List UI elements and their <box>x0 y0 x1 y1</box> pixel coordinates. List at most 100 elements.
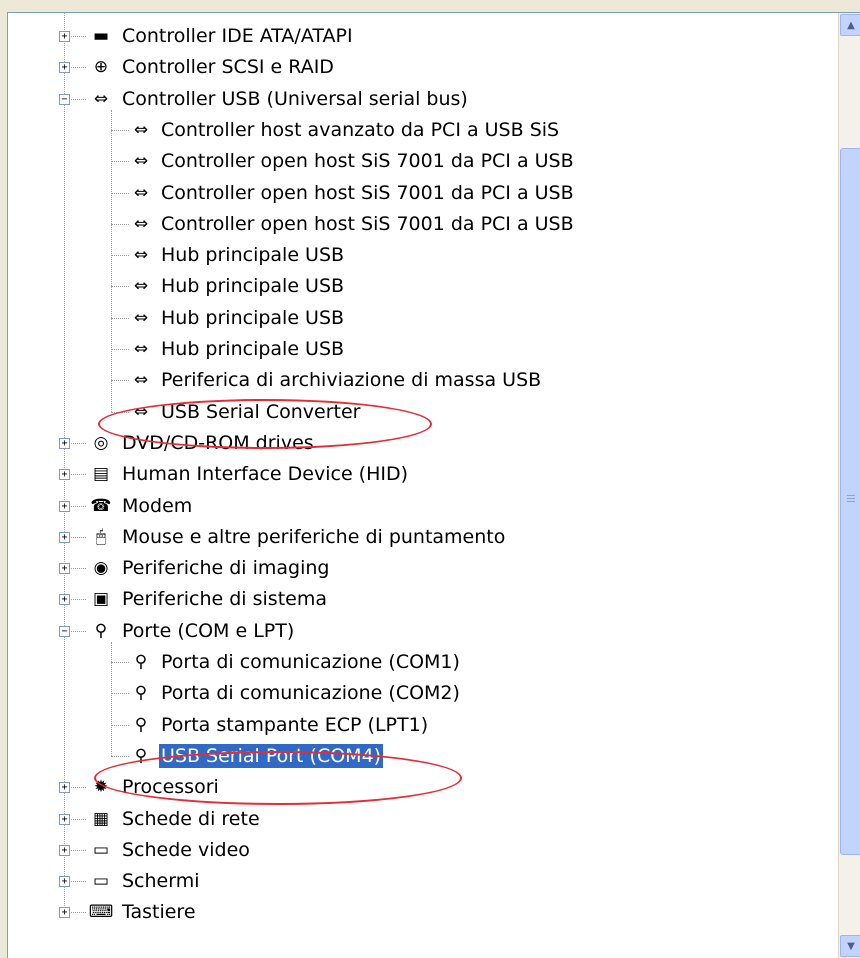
ide-controller-icon: ▬ <box>92 26 110 46</box>
tree-category-item[interactable]: + ▣ Periferiche di sistema <box>8 584 828 614</box>
tree-category-item[interactable]: + ▭ Schede video <box>8 835 828 865</box>
tree-item-label: Controller open host SiS 7001 da PCI a U… <box>161 150 574 173</box>
tree-device-item[interactable]: ⇔ Controller open host SiS 7001 da PCI a … <box>8 146 828 176</box>
usb-icon: ⇔ <box>133 151 149 172</box>
tree-item-label: Controller USB (Universal serial bus) <box>122 87 468 110</box>
tree-item-label: Modem <box>122 494 193 517</box>
tree-category-item[interactable]: + 🖱 Mouse e altre periferiche di puntament… <box>8 522 828 552</box>
tree-category-item[interactable]: + ▬ Controller IDE ATA/ATAPI <box>8 21 828 51</box>
tree-item-label: Mouse e altre periferiche di puntamento <box>122 525 506 548</box>
expand-toggle-icon[interactable]: + <box>59 62 70 74</box>
port-connector-icon: ⚲ <box>134 652 148 672</box>
tree-connector-line <box>111 223 129 225</box>
expand-toggle-icon[interactable]: + <box>59 907 70 919</box>
cd-drive-icon: ◎ <box>93 432 109 453</box>
port-connector-icon: ⚲ <box>94 620 108 641</box>
expand-toggle-icon[interactable]: + <box>59 782 70 794</box>
tree-connector-line <box>111 349 129 350</box>
expand-toggle-icon[interactable]: + <box>59 437 70 449</box>
usb-icon: ⇔ <box>133 339 149 359</box>
device-tree-panel: + ▬ Controller IDE ATA/ATAPI + ⊕ Controller S… <box>7 12 860 958</box>
tree-device-item[interactable]: ⇔ Periferica di archiviazione di massa US… <box>8 365 828 395</box>
tree-category-item[interactable]: + ▦ Schede di rete <box>8 804 828 834</box>
tree-category-item[interactable]: + ⌨ Tastiere <box>8 897 828 927</box>
expand-toggle-icon[interactable]: + <box>59 531 70 543</box>
tree-device-item[interactable]: ⇔ Controller open host SiS 7001 da PCI a … <box>8 209 828 239</box>
tree-device-item[interactable]: ⇔ Controller host avanzato da PCI a USB S… <box>8 115 828 145</box>
scroll-down-icon: ▼ <box>847 940 855 952</box>
scroll-up-icon: ▲ <box>847 19 855 31</box>
camera-icon: ◉ <box>93 558 109 579</box>
expand-toggle-icon[interactable]: + <box>59 500 70 512</box>
tree-connector-line <box>111 129 129 131</box>
expand-toggle-icon[interactable]: + <box>59 594 70 606</box>
tree-item-label: Hub principale USB <box>161 244 345 267</box>
modem-icon: ☎ <box>90 495 112 516</box>
tree-item-label: Controller open host SiS 7001 da PCI a U… <box>161 212 574 235</box>
usb-icon: ⇔ <box>93 88 109 109</box>
usb-icon: ⇔ <box>133 182 149 203</box>
tree-item-label: Schermi <box>122 870 200 893</box>
expand-toggle-icon[interactable]: + <box>59 31 70 42</box>
tree-connector-line <box>111 192 129 194</box>
expand-toggle-icon[interactable]: + <box>59 844 70 856</box>
tree-connector-line <box>111 662 129 663</box>
collapse-toggle-icon[interactable]: − <box>59 93 70 105</box>
tree-device-item[interactable]: ⇔ Hub principale USB <box>8 303 828 333</box>
expand-toggle-icon[interactable]: + <box>59 563 70 575</box>
network-card-icon: ▦ <box>92 808 110 829</box>
tree-item-label: Periferiche di imaging <box>122 557 330 580</box>
tree-item-label: Tastiere <box>122 901 196 924</box>
tree-category-item[interactable]: + ◉ Periferiche di imaging <box>8 553 828 583</box>
tree-device-item[interactable]: ⚲ Porta di comunicazione (COM2) <box>8 678 828 708</box>
vertical-scrollbar[interactable]: ▲ ▼ <box>838 13 860 958</box>
tree-category-item[interactable]: − ⚲ Porte (COM e LPT) <box>8 616 828 646</box>
tree-device-item[interactable]: ⚲ Porta stampante ECP (LPT1) <box>8 710 828 740</box>
tree-item-label: Porte (COM e LPT) <box>122 619 295 642</box>
thumb-grip-line <box>847 498 855 499</box>
tree-connector-line <box>111 317 129 319</box>
tree-category-item[interactable]: + ⊕ Controller SCSI e RAID <box>8 52 828 82</box>
tree-item-label: Controller SCSI e RAID <box>122 56 334 79</box>
expand-toggle-icon[interactable]: + <box>59 813 70 825</box>
tree-device-item[interactable]: ⇔ Hub principale USB <box>8 334 828 364</box>
usb-icon: ⇔ <box>133 119 149 140</box>
tree-category-item[interactable]: + ▤ Human Interface Device (HID) <box>8 459 828 489</box>
highlight-ellipse-usb-serial-converter <box>98 399 432 449</box>
tree-item-label: Hub principale USB <box>161 338 345 360</box>
tree-item-label: Porta stampante ECP (LPT1) <box>161 713 429 736</box>
tree-device-item[interactable]: ⚲ Porta di comunicazione (COM1) <box>8 647 828 677</box>
tree-category-item[interactable]: − ⇔ Controller USB (Universal serial bus) <box>8 84 828 114</box>
tree-item-label: Schede video <box>122 838 250 861</box>
tree-item-label: Controller host avanzato da PCI a USB Si… <box>161 118 560 141</box>
device-tree[interactable]: + ▬ Controller IDE ATA/ATAPI + ⊕ Controller S… <box>8 13 838 958</box>
thumb-grip-line <box>847 501 855 502</box>
scroll-down-button[interactable]: ▼ <box>840 935 860 957</box>
tree-connector-line <box>111 380 129 382</box>
tree-connector-line <box>111 755 129 757</box>
tree-item-label: Controller IDE ATA/ATAPI <box>122 25 353 47</box>
tree-item-label: Periferica di archiviazione di massa USB <box>161 369 542 392</box>
expand-toggle-icon[interactable]: + <box>59 876 70 888</box>
tree-item-label: Hub principale USB <box>161 275 345 298</box>
tree-connector-line <box>111 286 129 288</box>
tree-category-item[interactable]: + ☎ Modem <box>8 491 828 521</box>
tree-connector-line <box>111 161 129 163</box>
tree-item-label: Porta di comunicazione (COM2) <box>161 682 460 705</box>
scrollbar-thumb[interactable] <box>840 148 860 855</box>
port-connector-icon: ⚲ <box>134 714 148 735</box>
expand-toggle-icon[interactable]: + <box>59 469 70 481</box>
usb-icon: ⇔ <box>133 276 149 297</box>
scroll-up-button[interactable]: ▲ <box>840 14 860 36</box>
collapse-toggle-icon[interactable]: − <box>59 625 70 637</box>
tree-category-item[interactable]: + ▭ Schermi <box>8 866 828 896</box>
tree-item-label: Schede di rete <box>122 807 260 830</box>
usb-icon: ⇔ <box>133 245 149 266</box>
tree-device-item[interactable]: ⇔ Hub principale USB <box>8 240 828 270</box>
tree-device-item[interactable]: ⇔ Controller open host SiS 7001 da PCI a … <box>8 178 828 208</box>
monitor-icon: ▭ <box>92 839 110 860</box>
usb-icon: ⇔ <box>133 370 149 391</box>
tree-device-item[interactable]: ⇔ Hub principale USB <box>8 271 828 301</box>
tree-connector-line <box>111 693 129 695</box>
port-connector-icon: ⚲ <box>134 683 148 704</box>
